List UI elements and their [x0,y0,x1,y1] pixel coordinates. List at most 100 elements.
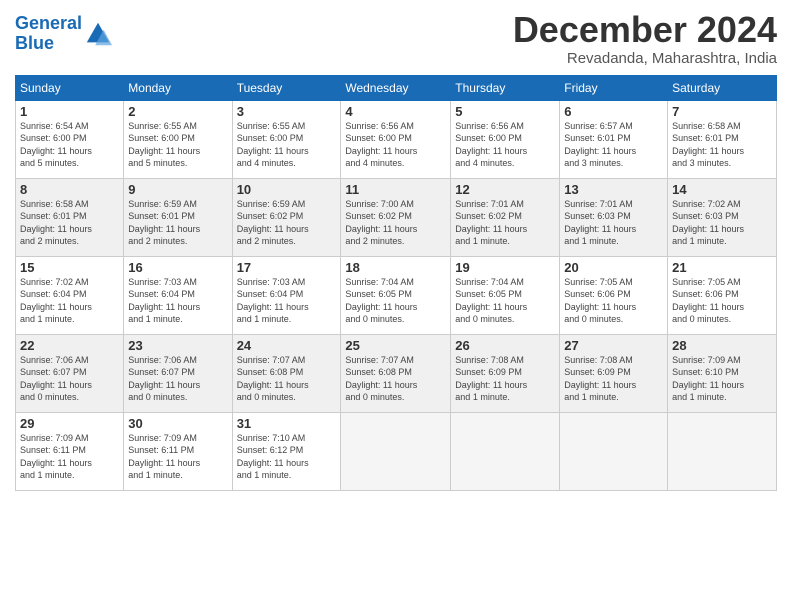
table-row: 9Sunrise: 6:59 AM Sunset: 6:01 PM Daylig… [124,178,232,256]
day-number: 25 [345,338,446,353]
table-row: 12Sunrise: 7:01 AM Sunset: 6:02 PM Dayli… [451,178,560,256]
day-number: 6 [564,104,663,119]
day-info: Sunrise: 7:05 AM Sunset: 6:06 PM Dayligh… [672,276,772,326]
day-info: Sunrise: 7:00 AM Sunset: 6:02 PM Dayligh… [345,198,446,248]
table-row: 11Sunrise: 7:00 AM Sunset: 6:02 PM Dayli… [341,178,451,256]
page: GeneralBlue December 2024 Revadanda, Mah… [0,0,792,612]
col-saturday: Saturday [668,75,777,100]
day-number: 3 [237,104,337,119]
day-info: Sunrise: 7:09 AM Sunset: 6:11 PM Dayligh… [128,432,227,482]
day-number: 23 [128,338,227,353]
day-number: 13 [564,182,663,197]
day-info: Sunrise: 6:56 AM Sunset: 6:00 PM Dayligh… [345,120,446,170]
day-number: 2 [128,104,227,119]
day-info: Sunrise: 7:08 AM Sunset: 6:09 PM Dayligh… [455,354,555,404]
table-row: 8Sunrise: 6:58 AM Sunset: 6:01 PM Daylig… [16,178,124,256]
table-row: 18Sunrise: 7:04 AM Sunset: 6:05 PM Dayli… [341,256,451,334]
day-number: 14 [672,182,772,197]
day-info: Sunrise: 7:06 AM Sunset: 6:07 PM Dayligh… [128,354,227,404]
day-number: 10 [237,182,337,197]
table-row: 15Sunrise: 7:02 AM Sunset: 6:04 PM Dayli… [16,256,124,334]
table-row: 27Sunrise: 7:08 AM Sunset: 6:09 PM Dayli… [560,334,668,412]
table-row: 22Sunrise: 7:06 AM Sunset: 6:07 PM Dayli… [16,334,124,412]
day-info: Sunrise: 6:57 AM Sunset: 6:01 PM Dayligh… [564,120,663,170]
table-row: 24Sunrise: 7:07 AM Sunset: 6:08 PM Dayli… [232,334,341,412]
table-row: 20Sunrise: 7:05 AM Sunset: 6:06 PM Dayli… [560,256,668,334]
day-number: 17 [237,260,337,275]
table-row: 2Sunrise: 6:55 AM Sunset: 6:00 PM Daylig… [124,100,232,178]
day-info: Sunrise: 7:05 AM Sunset: 6:06 PM Dayligh… [564,276,663,326]
calendar-week-row: 8Sunrise: 6:58 AM Sunset: 6:01 PM Daylig… [16,178,777,256]
logo: GeneralBlue [15,14,112,54]
table-row: 19Sunrise: 7:04 AM Sunset: 6:05 PM Dayli… [451,256,560,334]
table-row: 13Sunrise: 7:01 AM Sunset: 6:03 PM Dayli… [560,178,668,256]
col-tuesday: Tuesday [232,75,341,100]
col-monday: Monday [124,75,232,100]
day-info: Sunrise: 7:09 AM Sunset: 6:11 PM Dayligh… [20,432,119,482]
table-row: 25Sunrise: 7:07 AM Sunset: 6:08 PM Dayli… [341,334,451,412]
table-row [341,412,451,490]
calendar-week-row: 22Sunrise: 7:06 AM Sunset: 6:07 PM Dayli… [16,334,777,412]
table-row: 28Sunrise: 7:09 AM Sunset: 6:10 PM Dayli… [668,334,777,412]
day-info: Sunrise: 7:06 AM Sunset: 6:07 PM Dayligh… [20,354,119,404]
calendar-week-row: 15Sunrise: 7:02 AM Sunset: 6:04 PM Dayli… [16,256,777,334]
table-row: 3Sunrise: 6:55 AM Sunset: 6:00 PM Daylig… [232,100,341,178]
table-row: 7Sunrise: 6:58 AM Sunset: 6:01 PM Daylig… [668,100,777,178]
col-thursday: Thursday [451,75,560,100]
calendar-week-row: 1Sunrise: 6:54 AM Sunset: 6:00 PM Daylig… [16,100,777,178]
day-number: 15 [20,260,119,275]
table-row: 4Sunrise: 6:56 AM Sunset: 6:00 PM Daylig… [341,100,451,178]
table-row: 1Sunrise: 6:54 AM Sunset: 6:00 PM Daylig… [16,100,124,178]
table-row [451,412,560,490]
table-row: 31Sunrise: 7:10 AM Sunset: 6:12 PM Dayli… [232,412,341,490]
calendar-week-row: 29Sunrise: 7:09 AM Sunset: 6:11 PM Dayli… [16,412,777,490]
day-number: 21 [672,260,772,275]
day-info: Sunrise: 7:04 AM Sunset: 6:05 PM Dayligh… [455,276,555,326]
day-info: Sunrise: 6:54 AM Sunset: 6:00 PM Dayligh… [20,120,119,170]
day-number: 12 [455,182,555,197]
logo-icon [84,20,112,48]
day-number: 22 [20,338,119,353]
calendar-header-row: Sunday Monday Tuesday Wednesday Thursday… [16,75,777,100]
day-number: 20 [564,260,663,275]
day-number: 26 [455,338,555,353]
table-row: 6Sunrise: 6:57 AM Sunset: 6:01 PM Daylig… [560,100,668,178]
day-info: Sunrise: 6:58 AM Sunset: 6:01 PM Dayligh… [20,198,119,248]
header: GeneralBlue December 2024 Revadanda, Mah… [15,10,777,67]
day-info: Sunrise: 7:03 AM Sunset: 6:04 PM Dayligh… [128,276,227,326]
location: Revadanda, Maharashtra, India [513,50,777,67]
table-row [560,412,668,490]
table-row: 14Sunrise: 7:02 AM Sunset: 6:03 PM Dayli… [668,178,777,256]
day-number: 18 [345,260,446,275]
day-info: Sunrise: 7:01 AM Sunset: 6:03 PM Dayligh… [564,198,663,248]
month-title: December 2024 [513,10,777,50]
day-number: 9 [128,182,227,197]
day-number: 30 [128,416,227,431]
day-info: Sunrise: 7:02 AM Sunset: 6:03 PM Dayligh… [672,198,772,248]
table-row: 29Sunrise: 7:09 AM Sunset: 6:11 PM Dayli… [16,412,124,490]
day-info: Sunrise: 7:03 AM Sunset: 6:04 PM Dayligh… [237,276,337,326]
col-sunday: Sunday [16,75,124,100]
table-row: 5Sunrise: 6:56 AM Sunset: 6:00 PM Daylig… [451,100,560,178]
day-info: Sunrise: 7:04 AM Sunset: 6:05 PM Dayligh… [345,276,446,326]
title-area: December 2024 Revadanda, Maharashtra, In… [513,10,777,67]
day-info: Sunrise: 7:09 AM Sunset: 6:10 PM Dayligh… [672,354,772,404]
day-number: 1 [20,104,119,119]
day-number: 16 [128,260,227,275]
day-info: Sunrise: 7:08 AM Sunset: 6:09 PM Dayligh… [564,354,663,404]
day-number: 4 [345,104,446,119]
logo-text: GeneralBlue [15,14,82,54]
day-info: Sunrise: 6:58 AM Sunset: 6:01 PM Dayligh… [672,120,772,170]
col-wednesday: Wednesday [341,75,451,100]
col-friday: Friday [560,75,668,100]
day-info: Sunrise: 6:55 AM Sunset: 6:00 PM Dayligh… [128,120,227,170]
day-number: 8 [20,182,119,197]
day-info: Sunrise: 6:59 AM Sunset: 6:01 PM Dayligh… [128,198,227,248]
day-number: 29 [20,416,119,431]
day-number: 7 [672,104,772,119]
table-row: 30Sunrise: 7:09 AM Sunset: 6:11 PM Dayli… [124,412,232,490]
day-info: Sunrise: 6:55 AM Sunset: 6:00 PM Dayligh… [237,120,337,170]
day-info: Sunrise: 7:07 AM Sunset: 6:08 PM Dayligh… [237,354,337,404]
day-info: Sunrise: 7:01 AM Sunset: 6:02 PM Dayligh… [455,198,555,248]
calendar-table: Sunday Monday Tuesday Wednesday Thursday… [15,75,777,491]
